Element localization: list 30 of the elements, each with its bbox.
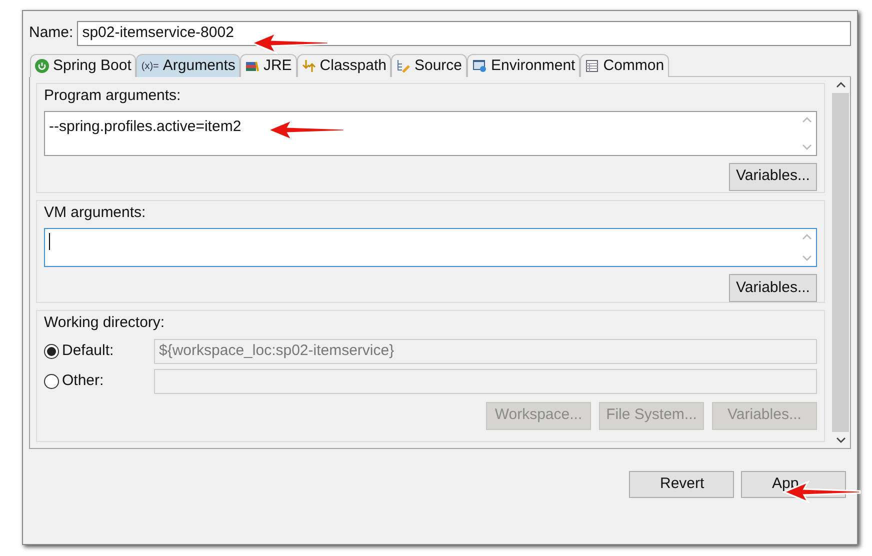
name-field[interactable]: sp02-itemservice-8002 — [77, 20, 851, 46]
tree-pencil-icon — [396, 59, 410, 73]
group-title: VM arguments: — [44, 203, 147, 223]
tab[interactable]: Spring Boot — [30, 54, 136, 77]
arrows-icon — [302, 59, 316, 73]
radio-button[interactable] — [44, 344, 59, 359]
variables-button[interactable]: Variables... — [729, 274, 817, 302]
books-icon — [245, 59, 260, 73]
power-icon — [35, 59, 49, 73]
variable-icon: (x)= — [141, 58, 159, 74]
table-icon — [585, 59, 600, 73]
tab[interactable]: Environment — [467, 54, 580, 77]
variables-button[interactable]: Variables... — [729, 162, 817, 190]
name-label: Name: — [29, 22, 74, 43]
tab[interactable]: Common — [580, 54, 670, 77]
radio-label: Default: — [62, 341, 114, 362]
tab[interactable]: JRE — [240, 54, 297, 77]
window-icon — [472, 59, 488, 73]
group-title: Program arguments: — [44, 86, 182, 106]
directory-field[interactable] — [154, 369, 817, 394]
group-title: Working directory: — [44, 313, 166, 333]
directory-field[interactable]: ${workspace_loc:sp02-itemservice} — [154, 339, 817, 364]
tab[interactable]: Classpath — [296, 54, 392, 77]
revert-button[interactable]: Revert — [629, 471, 734, 498]
text-cursor — [49, 232, 50, 250]
tab[interactable]: (x)= Arguments — [136, 54, 240, 77]
radio-button[interactable] — [44, 374, 59, 389]
tab[interactable]: Source — [391, 54, 468, 77]
scrollbar-thumb[interactable] — [832, 93, 849, 432]
radio-label: Other: — [62, 371, 104, 392]
